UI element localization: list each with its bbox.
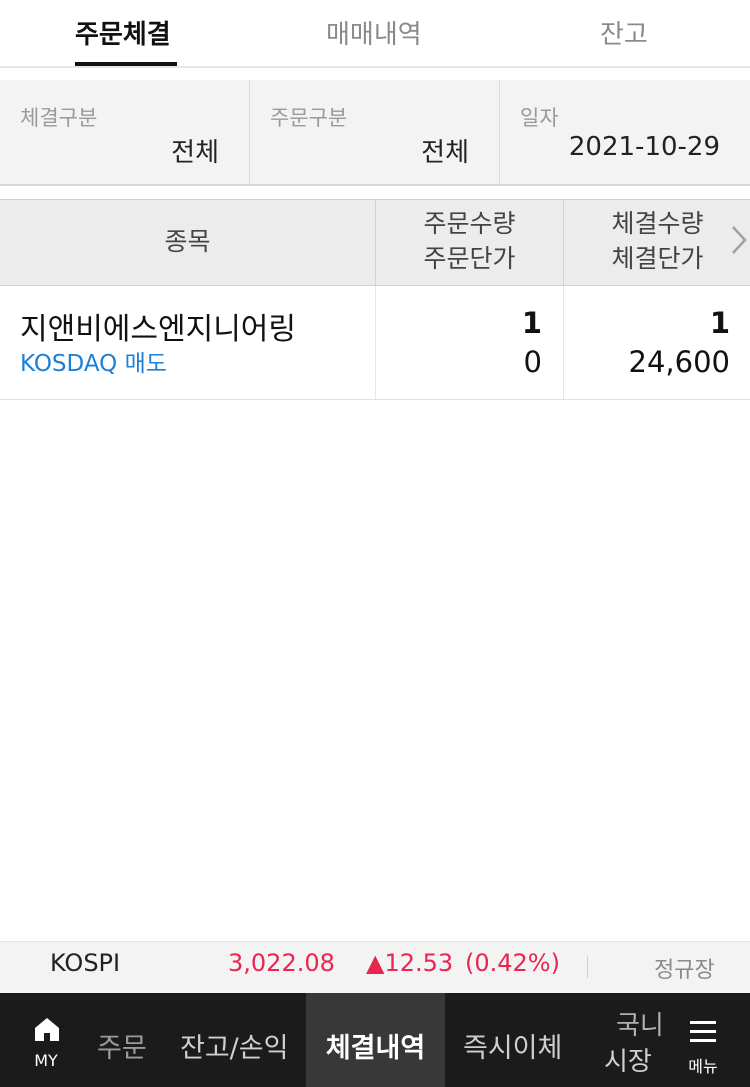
- filled-price-header: 체결단가: [611, 244, 704, 273]
- column-divider: [563, 286, 564, 399]
- nav-fill-history-label: 체결내역: [325, 1033, 426, 1064]
- nav-domestic-market[interactable]: 국니 시장: [596, 993, 672, 1087]
- top-tab-bar: 주문체결 매매내역 잔고: [0, 0, 750, 68]
- table-row[interactable]: 지앤비에스엔지니어링 KOSDAQ 매도 1 0 1 24,600: [0, 286, 750, 400]
- order-type-filter[interactable]: 주문구분 전체: [250, 80, 499, 184]
- index-name: KOSPI: [50, 949, 121, 977]
- column-divider: [375, 286, 376, 399]
- ticker-divider: [587, 956, 588, 978]
- index-change: ▲12.53: [366, 949, 454, 977]
- nav-balance-pl-label: 잔고/손익: [180, 1033, 289, 1064]
- filled-column-header: 체결수량 체결단가: [564, 206, 750, 276]
- filter-bar: 체결구분 전체 주문구분 전체 일자 2021-10-29: [0, 80, 750, 186]
- hamburger-menu-icon: [688, 1019, 718, 1052]
- table-header: 종목 주문수량 주문단가 체결수량 체결단가: [0, 199, 750, 286]
- nav-order-label: 주문: [97, 1033, 147, 1064]
- filled-qty-header: 체결수량: [611, 209, 704, 238]
- active-tab-indicator: [75, 62, 177, 66]
- bottom-navigation: MY 주문 잔고/손익 체결내역 즉시이체 국니 시장 메뉴: [0, 993, 750, 1087]
- nav-order[interactable]: 주문: [92, 993, 156, 1087]
- date-label: 일자: [520, 106, 559, 130]
- tab-order-fills[interactable]: 주문체결: [75, 14, 171, 51]
- order-price-value: 0: [523, 345, 542, 379]
- fill-type-filter[interactable]: 체결구분 전체: [0, 80, 249, 184]
- order-type-value: 전체: [421, 138, 469, 168]
- index-ticker[interactable]: KOSPI 3,022.08 ▲12.53 (0.42%) 정규장: [0, 941, 750, 993]
- nav-domestic-market-line2: 시장: [604, 1047, 652, 1077]
- nav-menu-label: 메뉴: [688, 1057, 718, 1076]
- order-qty-header: 주문수량: [423, 209, 516, 238]
- nav-menu[interactable]: 메뉴: [672, 993, 750, 1087]
- date-filter[interactable]: 일자 2021-10-29: [500, 80, 750, 184]
- nav-balance-pl[interactable]: 잔고/손익: [168, 993, 302, 1087]
- filled-qty-value: 1: [709, 306, 730, 340]
- order-type-label: 주문구분: [270, 106, 348, 130]
- nav-instant-transfer[interactable]: 즉시이체: [449, 993, 584, 1087]
- nav-instant-transfer-label: 즉시이체: [463, 1033, 563, 1064]
- chevron-right-icon[interactable]: [730, 224, 748, 264]
- tab-balance[interactable]: 잔고: [600, 14, 648, 51]
- fill-type-value: 전체: [171, 138, 219, 168]
- nav-my-label: MY: [34, 1051, 58, 1070]
- tab-trade-history[interactable]: 매매내역: [326, 14, 422, 51]
- market-side-label: KOSDAQ 매도: [20, 351, 167, 377]
- order-column-header: 주문수량 주문단가: [376, 206, 563, 276]
- market-session: 정규장: [654, 958, 715, 983]
- index-value: 3,022.08: [228, 949, 335, 977]
- nav-domestic-market-line1: 국니: [616, 1011, 664, 1041]
- stock-column-header: 종목: [164, 227, 211, 256]
- filled-price-value: 24,600: [628, 345, 730, 379]
- nav-my[interactable]: MY: [0, 993, 92, 1087]
- fill-type-label: 체결구분: [20, 106, 98, 130]
- home-icon: [33, 1015, 61, 1050]
- date-value: 2021-10-29: [568, 132, 720, 162]
- order-price-header: 주문단가: [423, 244, 516, 273]
- order-qty-value: 1: [521, 306, 542, 340]
- index-change-percent: (0.42%): [465, 949, 560, 977]
- stock-name: 지앤비에스엔지니어링: [20, 312, 296, 347]
- nav-fill-history[interactable]: 체결내역: [306, 993, 445, 1087]
